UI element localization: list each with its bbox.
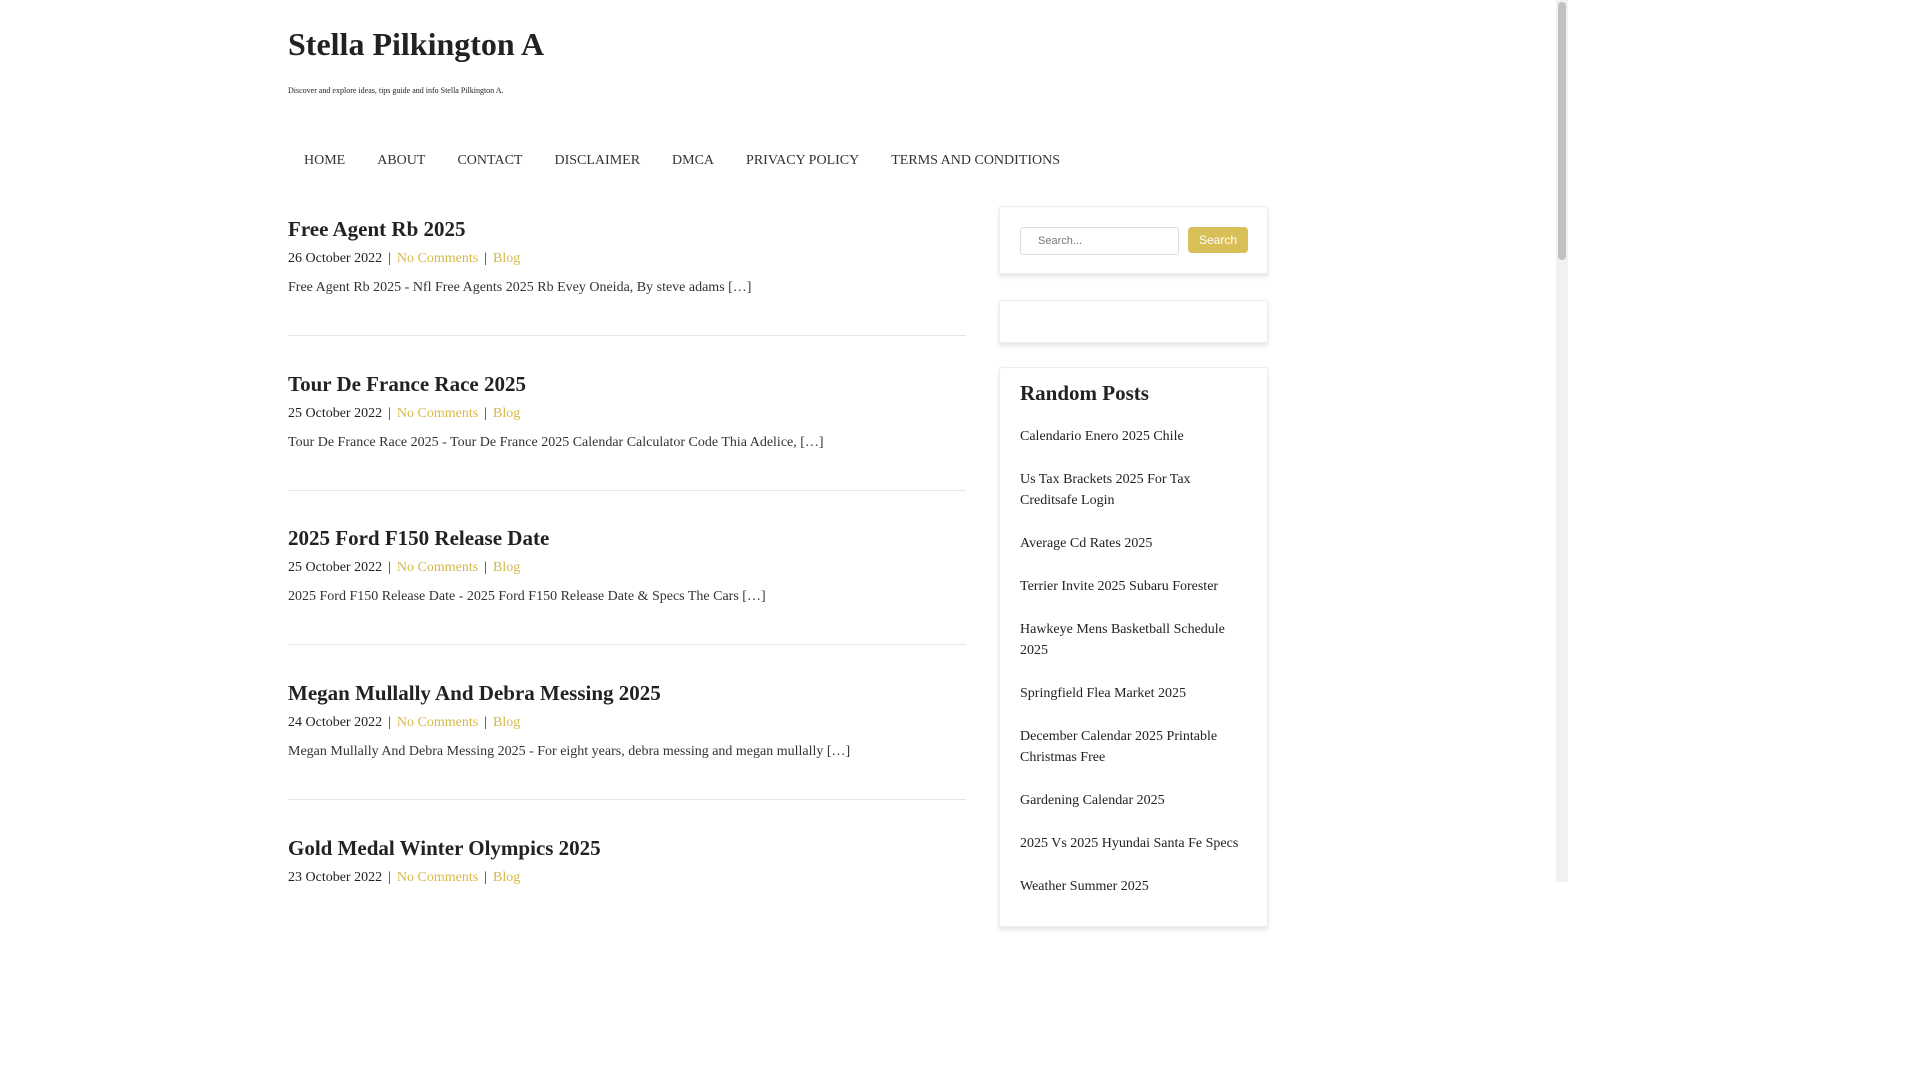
post-divider — [288, 799, 966, 800]
meta-separator: | — [388, 251, 391, 266]
post-comments-link[interactable]: No Comments — [397, 715, 478, 730]
nav-item-terms[interactable]: TERMS AND CONDITIONS — [875, 150, 1076, 172]
post-category-link[interactable]: Blog — [493, 406, 520, 421]
post-excerpt: Tour De France Race 2025 - Tour De Franc… — [288, 435, 824, 450]
post-title[interactable]: 2025 Ford F150 Release Date — [288, 524, 966, 552]
post-category-link[interactable]: Blog — [493, 870, 520, 885]
page-scrollbar[interactable] — [1556, 0, 1568, 882]
post-category-link[interactable]: Blog — [493, 560, 520, 575]
meta-separator: | — [388, 560, 391, 575]
scrollbar-thumb[interactable] — [1558, 2, 1566, 260]
meta-separator: | — [484, 251, 487, 266]
post-comments-link[interactable]: No Comments — [397, 870, 478, 885]
post-date: 25 October 2022 — [288, 406, 383, 421]
empty-widget — [999, 300, 1268, 343]
post-meta: 26 October 2022 | No Comments | Blog — [288, 250, 966, 268]
post-category-link[interactable]: Blog — [493, 251, 520, 266]
post-date: 24 October 2022 — [288, 715, 383, 730]
post-title[interactable]: Free Agent Rb 2025 — [288, 215, 966, 243]
random-post-link[interactable]: Us Tax Brackets 2025 For Tax Creditsafe … — [1020, 469, 1249, 511]
post-item: Free Agent Rb 2025 26 October 2022 | No Co… — [288, 215, 966, 297]
post-date: 26 October 2022 — [288, 251, 383, 266]
post-divider — [288, 335, 966, 336]
meta-separator: | — [484, 406, 487, 421]
post-comments-link[interactable]: No Comments — [397, 560, 478, 575]
post-excerpt: Megan Mullally And Debra Messing 2025 - … — [288, 744, 851, 759]
nav-item-home[interactable]: HOME — [288, 150, 361, 172]
post-meta: 25 October 2022 | No Comments | Blog — [288, 405, 966, 423]
random-post-link[interactable]: 2025 Vs 2025 Hyundai Santa Fe Specs — [1020, 833, 1249, 854]
random-post-link[interactable]: Weather Summer 2025 — [1020, 876, 1249, 897]
post-divider — [288, 644, 966, 645]
meta-separator: | — [484, 715, 487, 730]
post-title[interactable]: Tour De France Race 2025 — [288, 370, 966, 398]
random-post-link[interactable]: Calendario Enero 2025 Chile — [1020, 426, 1249, 447]
random-posts-title: Random Posts — [1020, 381, 1149, 405]
site-title[interactable]: Stella Pilkington A — [288, 26, 544, 63]
random-post-link[interactable]: December Calendar 2025 Printable Christm… — [1020, 726, 1249, 768]
post-comments-link[interactable]: No Comments — [397, 406, 478, 421]
post-date: 25 October 2022 — [288, 560, 383, 575]
post-meta: 24 October 2022 | No Comments | Blog — [288, 714, 966, 732]
site-description: Discover and explore ideas, tips guide a… — [288, 86, 504, 95]
random-posts-widget: Random Posts Calendario Enero 2025 Chile… — [999, 367, 1268, 927]
nav-item-privacy-policy[interactable]: PRIVACY POLICY — [730, 150, 875, 172]
meta-separator: | — [388, 715, 391, 730]
post-excerpt: 2025 Ford F150 Release Date - 2025 Ford … — [288, 589, 766, 604]
random-posts-list: Calendario Enero 2025 Chile Us Tax Brack… — [1020, 426, 1249, 919]
nav-item-about[interactable]: ABOUT — [361, 150, 441, 172]
post-comments-link[interactable]: No Comments — [397, 251, 478, 266]
post-item: Tour De France Race 2025 25 October 2022… — [288, 370, 966, 452]
meta-separator: | — [484, 870, 487, 885]
random-post-link[interactable]: Gardening Calendar 2025 — [1020, 790, 1249, 811]
search-input[interactable] — [1020, 227, 1179, 255]
nav-item-contact[interactable]: CONTACT — [441, 150, 538, 172]
post-divider — [288, 490, 966, 491]
post-title[interactable]: Megan Mullally And Debra Messing 2025 — [288, 679, 966, 707]
random-post-link[interactable]: Average Cd Rates 2025 — [1020, 533, 1249, 554]
post-category-link[interactable]: Blog — [493, 715, 520, 730]
random-post-link[interactable]: Springfield Flea Market 2025 — [1020, 683, 1249, 704]
meta-separator: | — [484, 560, 487, 575]
post-excerpt: Free Agent Rb 2025 - Nfl Free Agents 202… — [288, 280, 752, 295]
nav-item-disclaimer[interactable]: DISCLAIMER — [538, 150, 656, 172]
nav-item-dmca[interactable]: DMCA — [656, 150, 730, 172]
meta-separator: | — [388, 406, 391, 421]
random-post-link[interactable]: Hawkeye Mens Basketball Schedule 2025 — [1020, 619, 1249, 661]
search-button[interactable]: Search — [1188, 227, 1248, 253]
search-widget: Search — [999, 206, 1268, 274]
post-item: Megan Mullally And Debra Messing 2025 24… — [288, 679, 966, 761]
post-date: 23 October 2022 — [288, 870, 383, 885]
post-item: 2025 Ford F150 Release Date 25 October 2… — [288, 524, 966, 606]
random-post-link[interactable]: Terrier Invite 2025 Subaru Forester — [1020, 576, 1249, 597]
post-title[interactable]: Gold Medal Winter Olympics 2025 — [288, 834, 966, 862]
post-meta: 23 October 2022 | No Comments | Blog — [288, 869, 966, 887]
main-nav: HOME ABOUT CONTACT DISCLAIMER DMCA PRIVA… — [288, 150, 1076, 172]
post-item: Gold Medal Winter Olympics 2025 23 Octob… — [288, 834, 966, 887]
meta-separator: | — [388, 870, 391, 885]
post-meta: 25 October 2022 | No Comments | Blog — [288, 559, 966, 577]
